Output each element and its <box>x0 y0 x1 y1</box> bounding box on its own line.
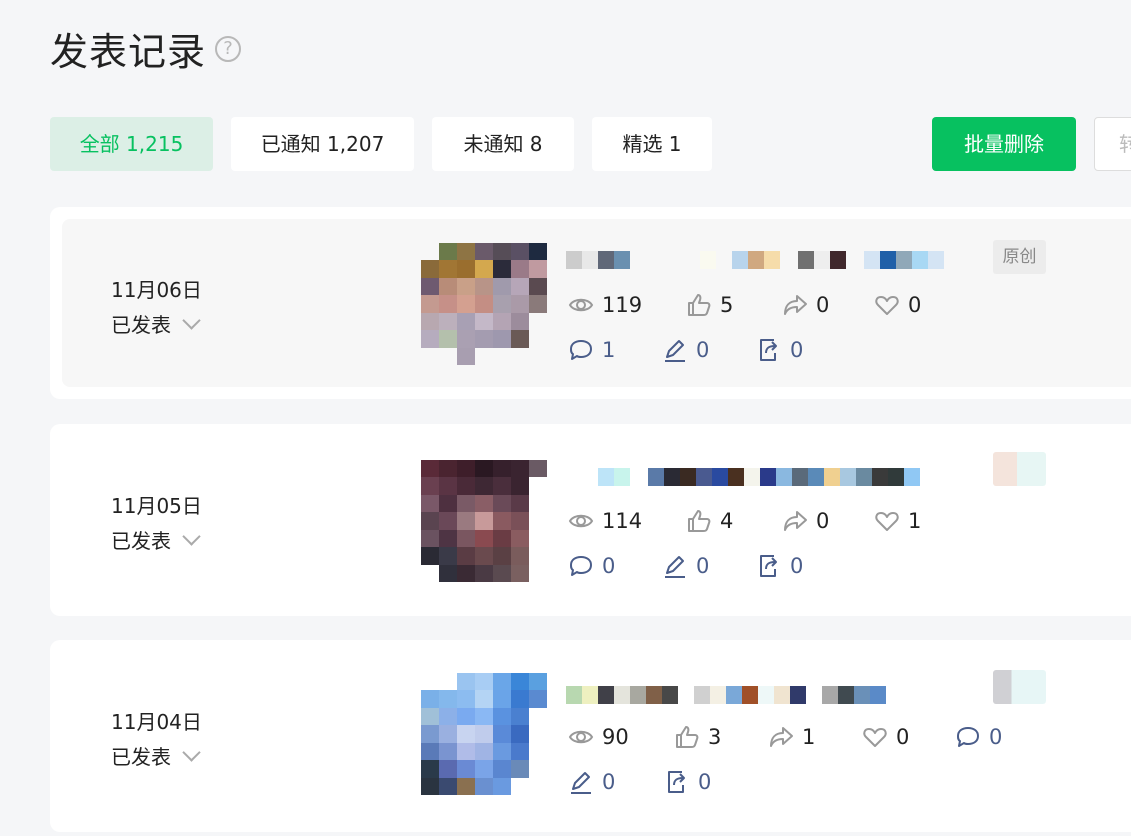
tab-all[interactable]: 全部 1,215 <box>50 117 213 171</box>
views-stat: 114 <box>568 508 642 534</box>
redacted-badge <box>993 670 1046 704</box>
tab-label: 未通知 8 <box>463 132 543 156</box>
forwards-stat[interactable]: 0 <box>664 769 711 795</box>
forward-doc-icon <box>760 555 777 577</box>
comment-icon <box>957 727 979 747</box>
tab-label: 全部 1,215 <box>79 132 184 156</box>
comment-icon <box>570 556 592 576</box>
help-icon[interactable]: ? <box>215 36 241 62</box>
likes-count: 3 <box>708 725 722 749</box>
pen-icon <box>665 556 685 578</box>
post-date: 11月05日 <box>111 494 202 518</box>
views-count: 90 <box>602 725 629 749</box>
thumbs-up-icon <box>688 510 711 532</box>
edits-stat[interactable]: 0 <box>662 553 709 579</box>
likes-count: 5 <box>720 293 734 317</box>
heart-icon <box>863 728 887 747</box>
forwards-count: 0 <box>790 338 804 362</box>
post-title-redacted[interactable] <box>598 468 920 486</box>
pen-icon <box>665 340 685 362</box>
post-title-redacted[interactable] <box>566 686 886 704</box>
tab-notified[interactable]: 已通知 1,207 <box>231 117 414 171</box>
edits-count: 0 <box>602 770 616 794</box>
shares-stat: 1 <box>768 724 815 750</box>
comments-count: 0 <box>989 725 1003 749</box>
tab-label: 精选 1 <box>622 132 682 156</box>
shares-count: 0 <box>816 509 830 533</box>
share-arrow-icon <box>784 511 807 531</box>
favorites-stat: 0 <box>862 724 909 750</box>
post-status-dropdown[interactable]: 已发表 <box>111 309 201 338</box>
favorites-count: 1 <box>908 509 922 533</box>
favorites-stat: 1 <box>874 508 921 534</box>
post-thumbnail[interactable] <box>421 673 547 795</box>
forwards-count: 0 <box>698 770 712 794</box>
post-status: 已发表 <box>111 313 171 337</box>
chevron-down-icon <box>182 527 201 546</box>
post-thumbnail[interactable] <box>421 243 547 365</box>
batch-delete-button[interactable]: 批量删除 <box>932 117 1076 171</box>
comment-icon <box>570 340 592 360</box>
share-arrow-icon <box>770 727 793 747</box>
edits-count: 0 <box>696 554 710 578</box>
tab-unnotified[interactable]: 未通知 8 <box>432 117 574 171</box>
post-status: 已发表 <box>111 529 171 553</box>
edits-stat[interactable]: 0 <box>662 337 709 363</box>
edits-stat[interactable]: 0 <box>568 769 615 795</box>
likes-stat: 3 <box>674 724 721 750</box>
forwards-stat[interactable]: 0 <box>756 553 803 579</box>
shares-count: 1 <box>802 725 816 749</box>
chevron-down-icon <box>182 311 201 330</box>
views-stat: 90 <box>568 724 629 750</box>
tab-featured[interactable]: 精选 1 <box>592 117 712 171</box>
post-status-dropdown[interactable]: 已发表 <box>111 741 201 770</box>
post-date: 11月04日 <box>111 710 202 734</box>
secondary-button[interactable]: 转 <box>1094 117 1131 171</box>
views-count: 114 <box>602 509 643 533</box>
forward-doc-icon <box>668 771 685 793</box>
eye-icon <box>568 730 594 744</box>
eye-icon <box>568 298 594 312</box>
eye-icon <box>568 514 594 528</box>
views-stat: 119 <box>568 292 642 318</box>
thumbs-up-icon <box>688 294 711 316</box>
comments-count: 1 <box>602 338 616 362</box>
post-thumbnail[interactable] <box>421 460 547 582</box>
forwards-count: 0 <box>790 554 804 578</box>
shares-stat: 0 <box>782 292 829 318</box>
comments-count: 0 <box>602 554 616 578</box>
thumbs-up-icon <box>676 726 699 748</box>
chevron-down-icon <box>182 743 201 762</box>
redacted-badge <box>993 452 1046 486</box>
post-status-dropdown[interactable]: 已发表 <box>111 525 201 554</box>
favorites-count: 0 <box>896 725 910 749</box>
post-status: 已发表 <box>111 745 171 769</box>
favorites-stat: 0 <box>874 292 921 318</box>
heart-icon <box>875 296 899 315</box>
post-date: 11月06日 <box>111 278 202 302</box>
tab-label: 已通知 1,207 <box>260 132 385 156</box>
page-title: 发表记录 <box>50 30 207 74</box>
likes-stat: 5 <box>686 292 733 318</box>
comments-stat[interactable]: 0 <box>955 724 1002 750</box>
views-count: 119 <box>602 293 643 317</box>
likes-stat: 4 <box>686 508 733 534</box>
shares-count: 0 <box>816 293 830 317</box>
forwards-stat[interactable]: 0 <box>756 337 803 363</box>
edits-count: 0 <box>696 338 710 362</box>
comments-stat[interactable]: 0 <box>568 553 615 579</box>
post-title-redacted[interactable] <box>566 251 944 269</box>
pen-icon <box>571 772 591 794</box>
comments-stat[interactable]: 1 <box>568 337 615 363</box>
forward-doc-icon <box>760 339 777 361</box>
favorites-count: 0 <box>908 293 922 317</box>
likes-count: 4 <box>720 509 734 533</box>
share-arrow-icon <box>784 295 807 315</box>
heart-icon <box>875 512 899 531</box>
shares-stat: 0 <box>782 508 829 534</box>
original-badge: 原创 <box>993 240 1046 274</box>
